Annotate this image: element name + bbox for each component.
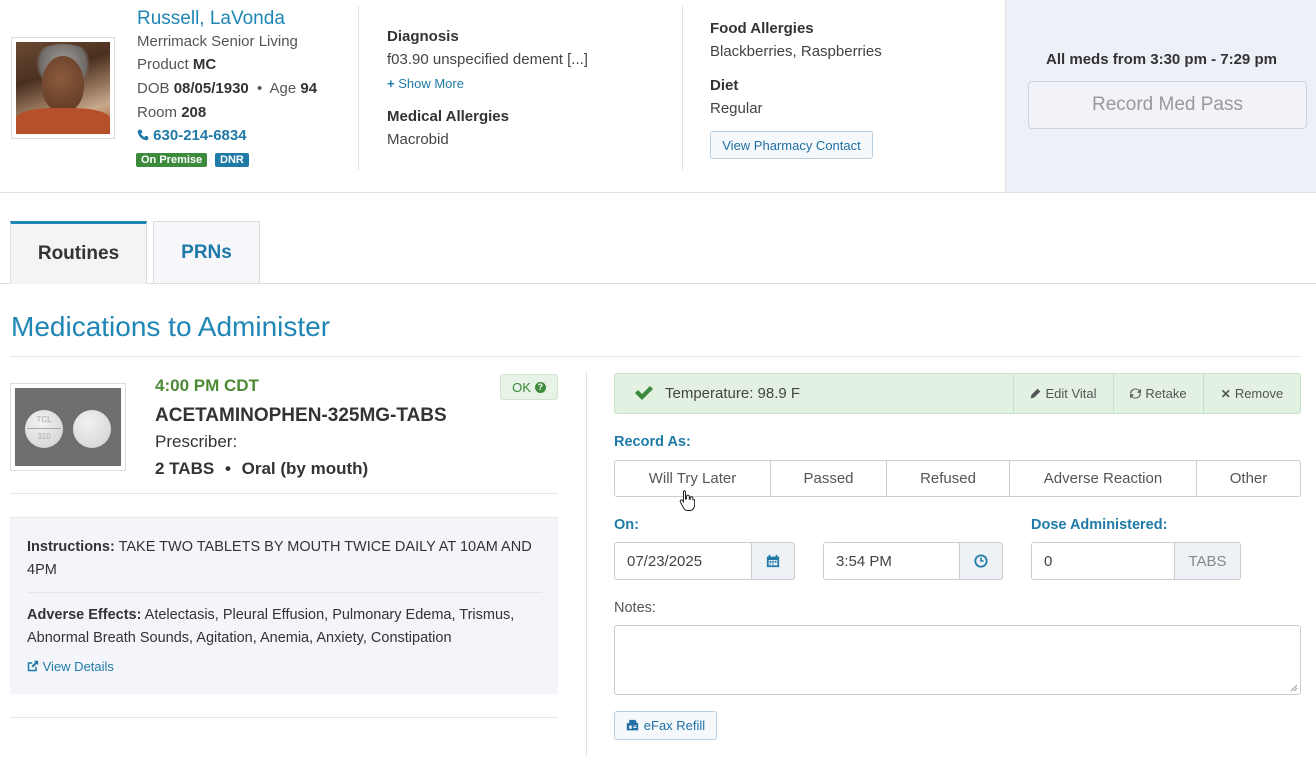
medication-image: TCL 310: [10, 383, 126, 471]
section-title: Medications to Administer: [11, 311, 331, 342]
efax-refill-button[interactable]: eFax Refill: [614, 711, 717, 740]
notes-textarea[interactable]: [614, 625, 1301, 695]
phone-icon: [137, 129, 149, 141]
dose-unit: TABS: [1175, 542, 1241, 580]
record-med-pass-button[interactable]: Record Med Pass: [1028, 81, 1307, 129]
phone-link[interactable]: 630-214-6834: [137, 127, 247, 144]
clock-button[interactable]: [960, 542, 1003, 580]
check-icon: [635, 386, 653, 400]
calendar-icon: [766, 554, 780, 568]
plus-icon: +: [387, 76, 395, 91]
dnr-badge: DNR: [215, 153, 249, 167]
medical-allergies-value: Macrobid: [387, 131, 449, 148]
vital-text: Temperature: 98.9 F: [665, 385, 801, 402]
room-line: Room 208: [137, 104, 207, 121]
question-circle-icon: ?: [534, 381, 546, 393]
medication-name: ACETAMINOPHEN-325MG-TABS: [155, 405, 447, 426]
diet-value: Regular: [710, 100, 763, 117]
diagnosis-label: Diagnosis: [387, 28, 459, 45]
option-passed[interactable]: Passed: [771, 461, 887, 496]
view-pharmacy-contact-button[interactable]: View Pharmacy Contact: [710, 131, 873, 159]
option-refused[interactable]: Refused: [887, 461, 1010, 496]
tab-prns[interactable]: PRNs: [153, 221, 260, 284]
remove-button[interactable]: ✕ Remove: [1203, 374, 1300, 413]
option-other[interactable]: Other: [1197, 461, 1300, 496]
patient-header: Russell, LaVonda Merrimack Senior Living…: [0, 0, 1316, 193]
resize-handle-icon[interactable]: [1290, 684, 1298, 692]
diet-label: Diet: [710, 77, 739, 94]
on-label: On:: [614, 517, 639, 533]
option-adverse-reaction[interactable]: Adverse Reaction: [1010, 461, 1197, 496]
divider: [586, 372, 587, 756]
dose-route: 2 TABS • Oral (by mouth): [155, 459, 369, 478]
divider: [10, 717, 558, 718]
record-as-segmented-control: Will Try Later Passed Refused Adverse Re…: [614, 460, 1301, 497]
med-window-text: All meds from 3:30 pm - 7:29 pm: [1046, 51, 1277, 68]
status-badge[interactable]: OK ?: [500, 374, 558, 400]
adverse-effects-text: Adverse Effects: Atelectasis, Pleural Ef…: [27, 607, 515, 646]
instructions-text: Instructions: TAKE TWO TABLETS BY MOUTH …: [27, 539, 532, 578]
retake-button[interactable]: Retake: [1113, 374, 1203, 413]
close-icon: ✕: [1220, 386, 1231, 401]
notes-label: Notes:: [614, 600, 656, 616]
dob-age-line: DOB 08/05/1930 • Age 94: [137, 80, 318, 97]
vital-bar: Temperature: 98.9 F Edit Vital Retake ✕ …: [614, 373, 1301, 414]
time-input[interactable]: 3:54 PM: [823, 542, 960, 580]
facility-name: Merrimack Senior Living: [137, 33, 298, 50]
dose-administered-label: Dose Administered:: [1031, 517, 1168, 533]
tab-routines[interactable]: Routines: [10, 221, 147, 284]
date-input[interactable]: 07/23/2025: [614, 542, 752, 580]
divider: [682, 6, 683, 170]
dose-input[interactable]: 0: [1031, 542, 1175, 580]
external-link-icon: [27, 660, 39, 672]
view-details-link[interactable]: View Details: [27, 659, 114, 674]
divider: [358, 6, 359, 170]
prescriber-label: Prescriber:: [155, 432, 238, 451]
clock-icon: [974, 554, 988, 568]
food-allergies-label: Food Allergies: [710, 20, 814, 37]
divider: [10, 356, 1301, 357]
patient-name-link[interactable]: Russell, LaVonda: [137, 8, 285, 30]
record-as-label: Record As:: [614, 434, 691, 450]
edit-vital-button[interactable]: Edit Vital: [1013, 374, 1113, 413]
medical-allergies-label: Medical Allergies: [387, 108, 509, 125]
divider: [27, 592, 542, 593]
hand-pointer-cursor-icon: [679, 490, 695, 511]
calendar-button[interactable]: [752, 542, 795, 580]
food-allergies-value: Blackberries, Raspberries: [710, 43, 882, 60]
patient-photo: [11, 37, 115, 139]
divider: [10, 493, 558, 494]
show-more-link[interactable]: + Show More: [387, 76, 464, 91]
on-premise-badge: On Premise: [136, 153, 208, 167]
refresh-icon: [1130, 388, 1142, 399]
diagnosis-value: f03.90 unspecified dement [...]: [387, 51, 588, 68]
product-line: Product MC: [137, 56, 217, 73]
pencil-icon: [1031, 388, 1041, 399]
medication-time: 4:00 PM CDT: [155, 376, 259, 395]
med-pass-panel: All meds from 3:30 pm - 7:29 pm Record M…: [1005, 0, 1316, 192]
fax-icon: [626, 719, 638, 731]
